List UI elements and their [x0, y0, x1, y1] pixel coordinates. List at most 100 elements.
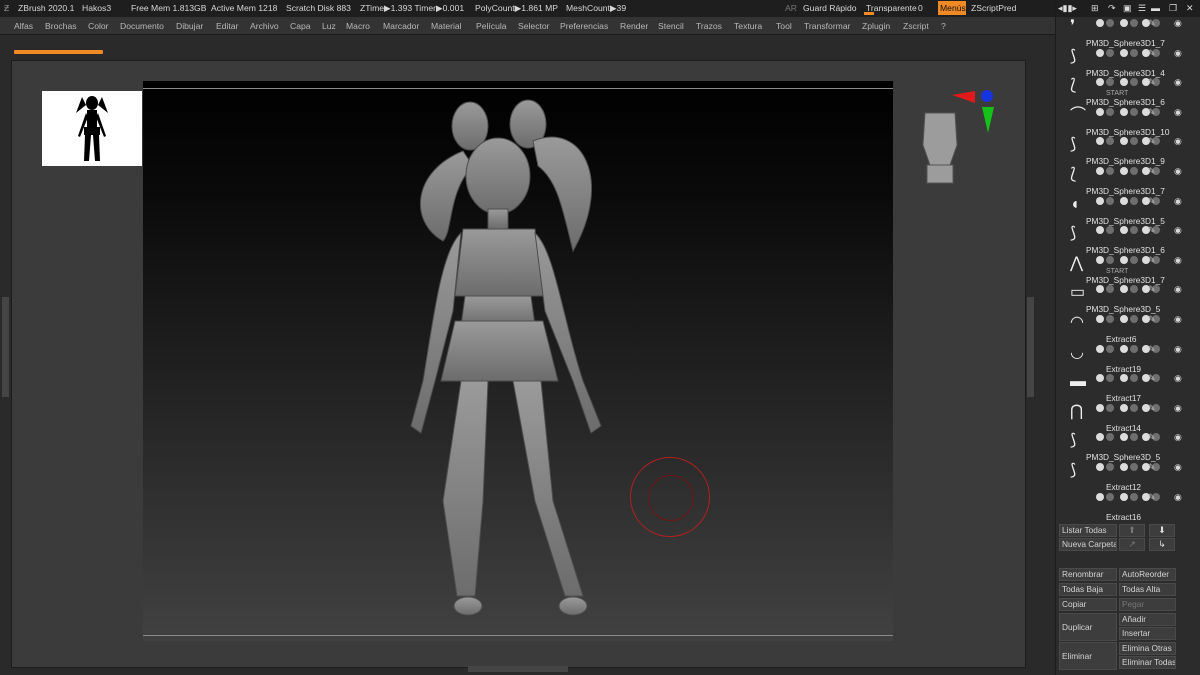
- polypaint-icon[interactable]: ✎: [1148, 373, 1156, 384]
- subtool-item[interactable]: ⟅ ✎ ◉ PM3D_Sphere3D1_7: [1056, 166, 1200, 196]
- quicksave-button[interactable]: Guard Rápido: [803, 3, 857, 13]
- menu-item[interactable]: Archivo: [250, 21, 279, 31]
- subtool-item[interactable]: ❜ ✎ ◉ PM3D_Sphere3D1_7: [1056, 18, 1200, 48]
- autoreorder-button[interactable]: AutoReorder: [1119, 568, 1176, 581]
- delete-button[interactable]: Eliminar: [1059, 642, 1117, 670]
- subtool-toggle-icon[interactable]: [1120, 167, 1128, 175]
- subtool-toggle-icon[interactable]: [1106, 226, 1114, 235]
- menu-item[interactable]: Zplugin: [862, 21, 890, 31]
- visibility-eye-icon[interactable]: ◉: [1174, 255, 1182, 266]
- polypaint-icon[interactable]: ✎: [1148, 344, 1156, 355]
- close-icon[interactable]: ✕: [1186, 3, 1194, 14]
- new-folder-button[interactable]: Nueva Carpeta: [1059, 538, 1117, 551]
- subtool-toggle-icon[interactable]: [1106, 403, 1114, 412]
- subtool-toggle-icon[interactable]: [1120, 433, 1128, 442]
- subtool-toggle-icon[interactable]: [1120, 196, 1128, 205]
- subtool-toggle-icon[interactable]: [1120, 492, 1128, 501]
- subtool-toggle-icon[interactable]: [1096, 463, 1104, 471]
- polypaint-icon[interactable]: ✎: [1148, 492, 1156, 503]
- subtool-toggle-icon[interactable]: [1130, 226, 1138, 235]
- menu-item[interactable]: Alfas: [14, 21, 33, 31]
- subtool-toggle-icon[interactable]: [1130, 78, 1138, 87]
- visibility-eye-icon[interactable]: ◉: [1174, 107, 1182, 118]
- polypaint-icon[interactable]: ✎: [1148, 225, 1156, 236]
- subtool-item[interactable]: ⋀ ✎ ◉ PM3D_Sphere3D1_7 START: [1056, 255, 1200, 285]
- menu-icon[interactable]: ☰: [1138, 3, 1146, 14]
- document-viewport[interactable]: [143, 81, 893, 641]
- subtool-toggle-icon[interactable]: [1096, 196, 1104, 205]
- subtool-toggle-icon[interactable]: [1130, 463, 1138, 471]
- subtool-toggle-icon[interactable]: [1106, 255, 1114, 264]
- delete-all-button[interactable]: Eliminar Todas: [1119, 656, 1176, 669]
- subtool-item[interactable]: ✎ ◉ Extract16: [1056, 492, 1200, 522]
- subtool-toggle-icon[interactable]: [1106, 374, 1114, 383]
- folder-down-icon[interactable]: ↳: [1149, 538, 1175, 551]
- polypaint-icon[interactable]: ✎: [1148, 403, 1156, 414]
- subtool-toggle-icon[interactable]: [1106, 492, 1114, 501]
- subtool-toggle-icon[interactable]: [1130, 167, 1138, 175]
- subtool-item[interactable]: ⟆ ✎ ◉ PM3D_Sphere3D_5: [1056, 432, 1200, 462]
- subtool-toggle-icon[interactable]: [1096, 403, 1104, 412]
- menu-item[interactable]: Marcador: [383, 21, 419, 31]
- subtool-item[interactable]: ⟆ ✎ ◉ PM3D_Sphere3D1_6: [1056, 225, 1200, 255]
- menu-item[interactable]: Trazos: [696, 21, 722, 31]
- subtool-toggle-icon[interactable]: [1120, 255, 1128, 264]
- polypaint-icon[interactable]: ✎: [1148, 107, 1156, 118]
- polypaint-icon[interactable]: ✎: [1148, 432, 1156, 443]
- subtool-toggle-icon[interactable]: [1130, 255, 1138, 264]
- visibility-eye-icon[interactable]: ◉: [1174, 344, 1182, 355]
- copy-button[interactable]: Copiar: [1059, 598, 1117, 611]
- menu-item[interactable]: ?: [941, 21, 946, 31]
- menu-item[interactable]: Tool: [776, 21, 792, 31]
- visibility-eye-icon[interactable]: ◉: [1174, 77, 1182, 88]
- subtool-toggle-icon[interactable]: [1120, 78, 1128, 87]
- subtool-toggle-icon[interactable]: [1120, 19, 1128, 27]
- visibility-eye-icon[interactable]: ◉: [1174, 48, 1182, 59]
- transparent-slider[interactable]: [864, 12, 874, 15]
- subtool-toggle-icon[interactable]: [1096, 255, 1104, 264]
- insert-button[interactable]: Insertar: [1119, 627, 1176, 640]
- delete-other-button[interactable]: Elimina Otras: [1119, 642, 1176, 655]
- visibility-eye-icon[interactable]: ◉: [1174, 284, 1182, 295]
- subtool-toggle-icon[interactable]: [1106, 315, 1114, 323]
- transparent-value[interactable]: 0: [918, 3, 923, 13]
- polypaint-icon[interactable]: ✎: [1148, 255, 1156, 266]
- polypaint-icon[interactable]: ✎: [1148, 18, 1156, 29]
- move-up-button[interactable]: ⬆: [1119, 524, 1145, 537]
- subtool-toggle-icon[interactable]: [1096, 285, 1104, 294]
- menu-item[interactable]: Película: [476, 21, 507, 31]
- subtool-item[interactable]: ⟅ ✎ ◉ PM3D_Sphere3D1_6 START: [1056, 77, 1200, 107]
- subtool-item[interactable]: ▬ ✎ ◉ Extract17: [1056, 373, 1200, 403]
- menus-button[interactable]: Menús: [938, 1, 966, 15]
- subtool-toggle-icon[interactable]: [1120, 285, 1128, 294]
- subtool-toggle-icon[interactable]: [1130, 137, 1138, 146]
- paste-button[interactable]: Pegar: [1119, 598, 1176, 611]
- menu-item[interactable]: Luz: [322, 21, 336, 31]
- list-all-button[interactable]: Listar Todas: [1059, 524, 1117, 537]
- polypaint-icon[interactable]: ✎: [1148, 196, 1156, 207]
- subtool-item[interactable]: ⟆ ✎ ◉ Extract12: [1056, 462, 1200, 492]
- subtool-toggle-icon[interactable]: [1096, 167, 1104, 175]
- subtool-toggle-icon[interactable]: [1096, 48, 1104, 57]
- subtool-toggle-icon[interactable]: [1130, 374, 1138, 383]
- subtool-toggle-icon[interactable]: [1120, 48, 1128, 57]
- subtool-item[interactable]: ⌒ ✎ ◉ PM3D_Sphere3D1_10: [1056, 107, 1200, 137]
- menu-item[interactable]: Render: [620, 21, 648, 31]
- transfer-icon[interactable]: ↗: [1119, 538, 1145, 551]
- bottom-tray-handle[interactable]: [468, 666, 568, 672]
- polypaint-icon[interactable]: ✎: [1148, 48, 1156, 59]
- subtool-toggle-icon[interactable]: [1096, 492, 1104, 501]
- subtool-toggle-icon[interactable]: [1096, 315, 1104, 323]
- subtool-toggle-icon[interactable]: [1106, 433, 1114, 442]
- visibility-eye-icon[interactable]: ◉: [1174, 314, 1182, 325]
- subtool-toggle-icon[interactable]: [1120, 344, 1128, 353]
- menu-item[interactable]: Zscript: [903, 21, 929, 31]
- subtool-toggle-icon[interactable]: [1106, 48, 1114, 57]
- subtool-toggle-icon[interactable]: [1120, 315, 1128, 323]
- zscript-button[interactable]: ZScriptPred: [971, 3, 1016, 13]
- visibility-eye-icon[interactable]: ◉: [1174, 18, 1182, 29]
- subtool-toggle-icon[interactable]: [1130, 48, 1138, 57]
- subtool-toggle-icon[interactable]: [1120, 107, 1128, 116]
- menu-item[interactable]: Capa: [290, 21, 311, 31]
- character-model[interactable]: [143, 81, 893, 641]
